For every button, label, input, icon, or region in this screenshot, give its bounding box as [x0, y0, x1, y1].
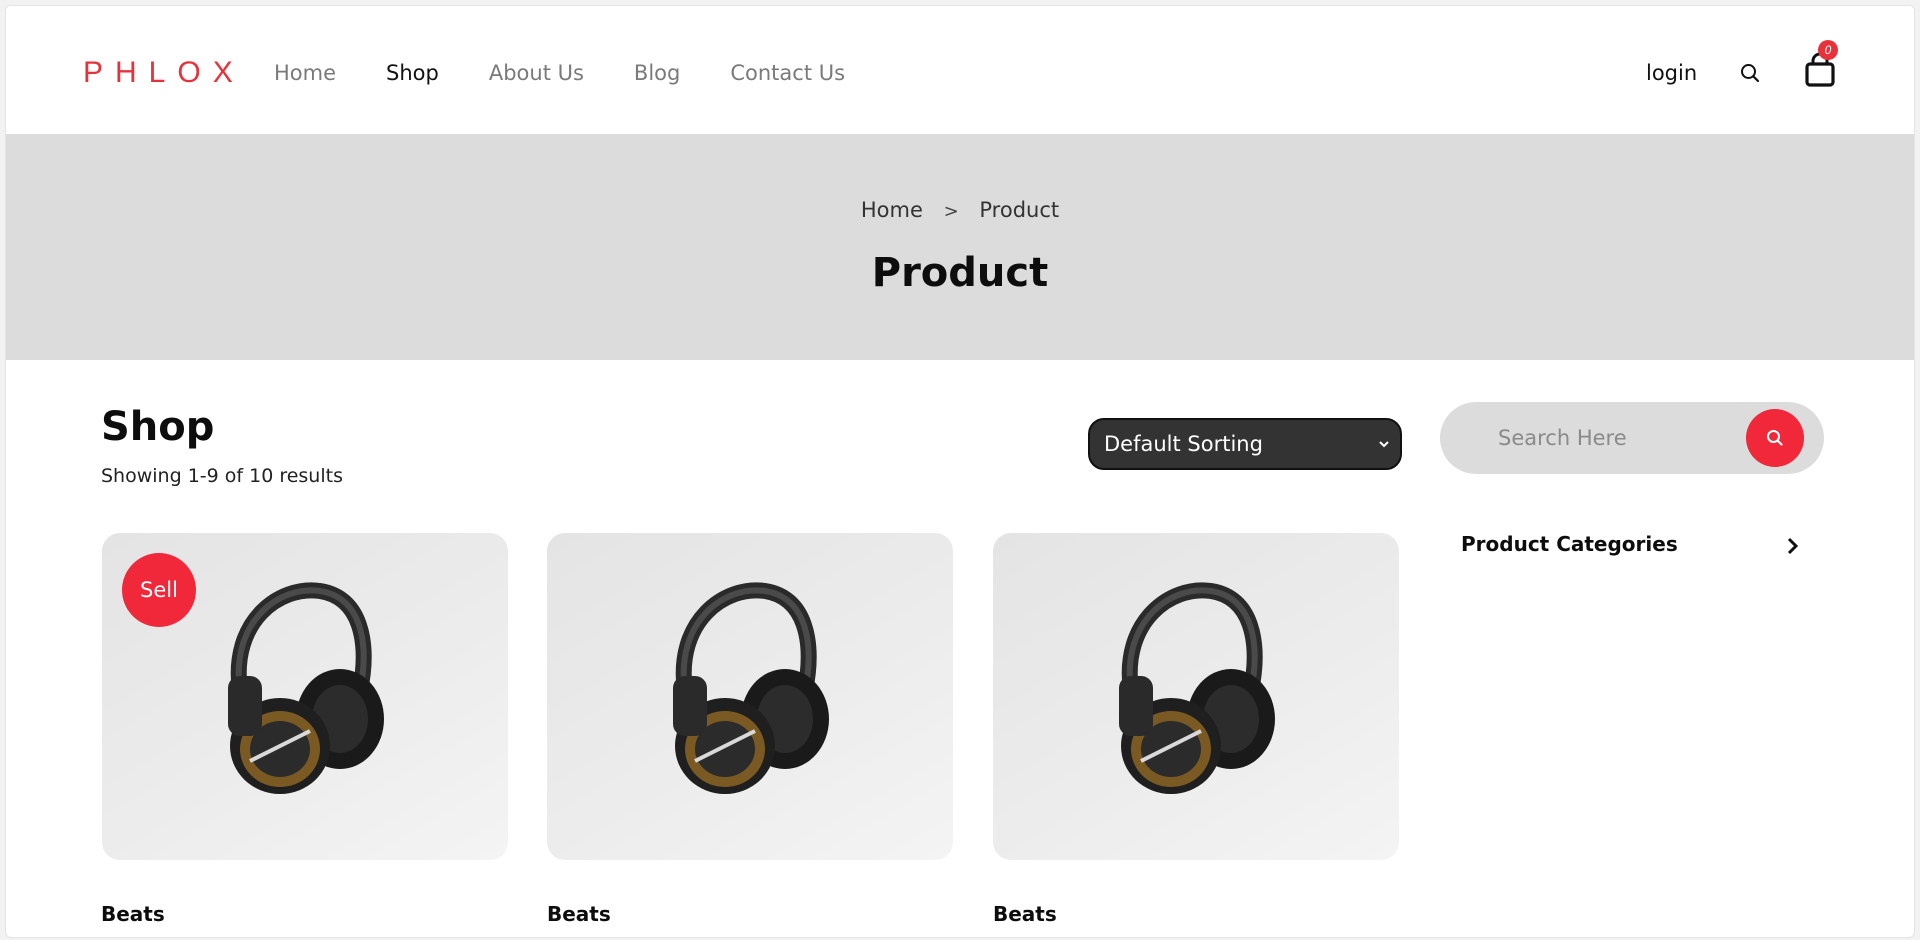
search-icon[interactable]: [1739, 62, 1761, 84]
breadcrumb: Home > Product: [6, 198, 1914, 222]
nav-home[interactable]: Home: [274, 61, 336, 85]
product-name[interactable]: Beats: [993, 902, 1057, 926]
search-icon: [1767, 430, 1783, 446]
product-card[interactable]: [993, 533, 1399, 860]
main-nav: Home Shop About Us Blog Contact Us: [274, 61, 895, 85]
results-count: Showing 1-9 of 10 results: [101, 465, 343, 487]
sort-selected-value: Default Sorting: [1104, 432, 1263, 456]
shop-heading: Shop: [101, 404, 215, 450]
page-banner: Home > Product Product: [6, 134, 1914, 360]
sort-select[interactable]: Default Sorting: [1088, 418, 1402, 470]
product-card[interactable]: [547, 533, 953, 860]
sale-badge: Sell: [122, 553, 196, 627]
breadcrumb-current: Product: [979, 198, 1060, 222]
chevron-down-icon: [1379, 441, 1389, 448]
nav-about-us[interactable]: About Us: [489, 61, 584, 85]
headphones-icon: [673, 582, 829, 794]
product-name[interactable]: Beats: [101, 902, 165, 926]
page-title: Product: [871, 250, 1049, 296]
nav-shop[interactable]: Shop: [386, 61, 439, 85]
login-link[interactable]: login: [1646, 61, 1697, 85]
chevron-right-icon: [1787, 537, 1799, 555]
headphones-icon: [1119, 582, 1275, 794]
product-name[interactable]: Beats: [547, 902, 611, 926]
search-input[interactable]: [1498, 422, 1748, 454]
search-submit-button[interactable]: [1746, 409, 1804, 467]
breadcrumb-home[interactable]: Home: [861, 198, 923, 222]
nav-contact-us[interactable]: Contact Us: [730, 61, 845, 85]
cart-count-badge: 0: [1818, 40, 1838, 60]
product-categories-label: Product Categories: [1461, 532, 1678, 556]
product-card[interactable]: Sell: [102, 533, 508, 860]
nav-blog[interactable]: Blog: [634, 61, 680, 85]
site-logo[interactable]: PHLOX: [83, 56, 245, 90]
headphones-icon: [228, 582, 384, 794]
sidebar-search: [1440, 402, 1824, 474]
product-categories-toggle[interactable]: Product Categories: [1461, 532, 1801, 562]
site-header: PHLOX Home Shop About Us Blog Contact Us…: [6, 6, 1914, 134]
breadcrumb-separator: >: [943, 201, 959, 222]
page-frame: PHLOX Home Shop About Us Blog Contact Us…: [5, 5, 1915, 938]
